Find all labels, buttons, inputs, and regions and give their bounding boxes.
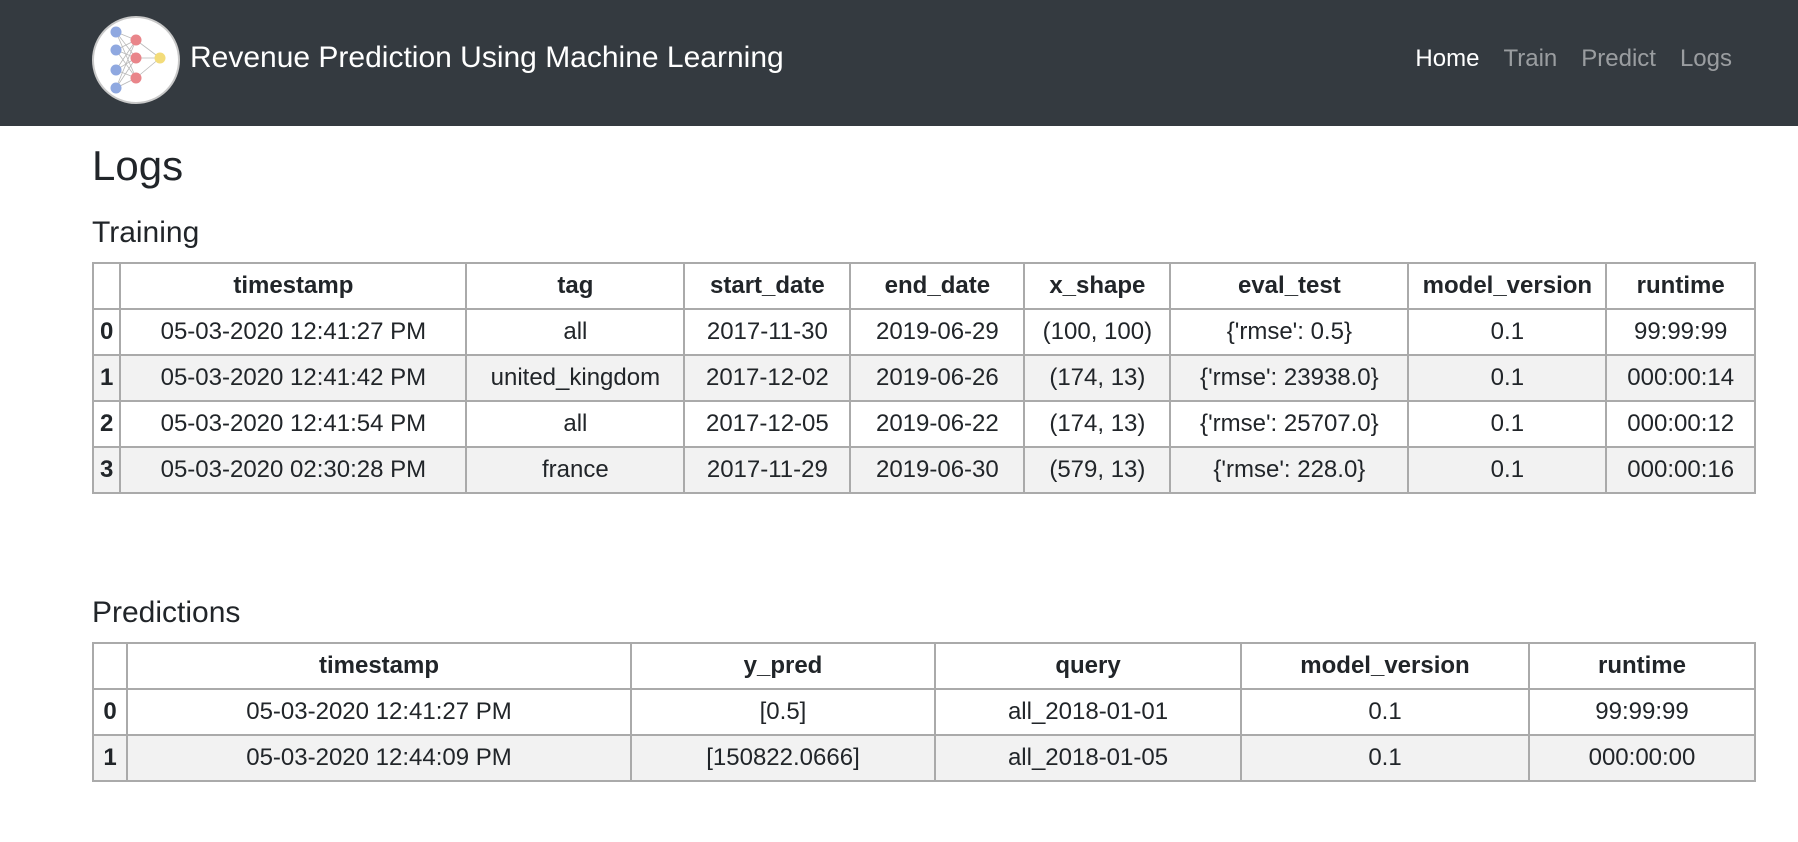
- table-cell: [0.5]: [630, 688, 936, 736]
- table-cell: 2017-11-30: [683, 308, 852, 356]
- row-index: 0: [91, 308, 122, 356]
- navbar: Revenue Prediction Using Machine Learnin…: [0, 0, 1798, 126]
- column-header: model_version: [1240, 642, 1530, 690]
- nav-train-link[interactable]: Train: [1491, 40, 1569, 78]
- column-header: x_shape: [1023, 262, 1172, 310]
- row-index: 2: [91, 400, 122, 448]
- table-cell: (174, 13): [1023, 400, 1172, 448]
- nav-home-link[interactable]: Home: [1403, 40, 1491, 78]
- table-cell: 05-03-2020 12:41:42 PM: [119, 354, 468, 402]
- table-cell: 0.1: [1240, 734, 1530, 782]
- table-cell: [150822.0666]: [630, 734, 936, 782]
- table-cell: united_kingdom: [465, 354, 686, 402]
- table-cell: 99:99:99: [1528, 688, 1756, 736]
- table-cell: 99:99:99: [1605, 308, 1756, 356]
- row-index: 1: [91, 354, 122, 402]
- table-cell: 05-03-2020 12:41:54 PM: [119, 400, 468, 448]
- column-header: start_date: [683, 262, 852, 310]
- table-cell: 2019-06-22: [849, 400, 1026, 448]
- table-cell: all_2018-01-01: [934, 688, 1242, 736]
- table-cell: {'rmse': 23938.0}: [1169, 354, 1410, 402]
- column-header: timestamp: [119, 262, 468, 310]
- table-cell: (579, 13): [1023, 446, 1172, 494]
- neural-network-icon[interactable]: [92, 16, 180, 104]
- column-header: [91, 262, 122, 310]
- table-cell: (100, 100): [1023, 308, 1172, 356]
- table-cell: 05-03-2020 02:30:28 PM: [119, 446, 468, 494]
- table-row: 1 05-03-2020 12:41:42 PM united_kingdom …: [91, 354, 1756, 402]
- table-cell: 0.1: [1407, 354, 1608, 402]
- table-cell: 000:00:16: [1605, 446, 1756, 494]
- predictions-heading: Predictions: [92, 596, 241, 629]
- table-cell: 2019-06-26: [849, 354, 1026, 402]
- page-title: Logs: [92, 142, 184, 189]
- table-header-row: timestamp y_pred query model_version run…: [92, 642, 1756, 690]
- table-cell: {'rmse': 25707.0}: [1169, 400, 1410, 448]
- column-header: [92, 642, 128, 690]
- row-index: 0: [92, 688, 128, 736]
- table-cell: 2017-12-02: [683, 354, 852, 402]
- table-cell: 2019-06-30: [849, 446, 1026, 494]
- column-header: query: [934, 642, 1242, 690]
- table-cell: all: [465, 400, 686, 448]
- column-header: y_pred: [630, 642, 936, 690]
- table-cell: 2019-06-29: [849, 308, 1026, 356]
- table-cell: 000:00:00: [1528, 734, 1756, 782]
- table-cell: 05-03-2020 12:41:27 PM: [119, 308, 468, 356]
- table-cell: 0.1: [1407, 308, 1608, 356]
- table-cell: 2017-12-05: [683, 400, 852, 448]
- row-index: 1: [92, 734, 128, 782]
- table-row: 0 05-03-2020 12:41:27 PM [0.5] all_2018-…: [92, 688, 1756, 736]
- column-header: end_date: [849, 262, 1026, 310]
- column-header: runtime: [1528, 642, 1756, 690]
- brand-title[interactable]: Revenue Prediction Using Machine Learnin…: [190, 38, 784, 78]
- table-cell: 0.1: [1407, 446, 1608, 494]
- table-cell: 05-03-2020 12:44:09 PM: [126, 734, 632, 782]
- table-cell: {'rmse': 228.0}: [1169, 446, 1410, 494]
- table-cell: all_2018-01-05: [934, 734, 1242, 782]
- table-cell: 05-03-2020 12:41:27 PM: [126, 688, 632, 736]
- table-cell: france: [465, 446, 686, 494]
- nav-logs-link[interactable]: Logs: [1668, 40, 1744, 78]
- column-header: runtime: [1605, 262, 1756, 310]
- table-row: 3 05-03-2020 02:30:28 PM france 2017-11-…: [91, 446, 1756, 494]
- table-row: 2 05-03-2020 12:41:54 PM all 2017-12-05 …: [91, 400, 1756, 448]
- table-cell: 0.1: [1407, 400, 1608, 448]
- column-header: timestamp: [126, 642, 632, 690]
- training-table: timestamp tag start_date end_date x_shap…: [91, 262, 1756, 494]
- table-cell: (174, 13): [1023, 354, 1172, 402]
- table-row: 1 05-03-2020 12:44:09 PM [150822.0666] a…: [92, 734, 1756, 782]
- column-header: model_version: [1407, 262, 1608, 310]
- table-header-row: timestamp tag start_date end_date x_shap…: [91, 262, 1756, 310]
- column-header: eval_test: [1169, 262, 1410, 310]
- column-header: tag: [465, 262, 686, 310]
- table-cell: {'rmse': 0.5}: [1169, 308, 1410, 356]
- table-cell: 000:00:12: [1605, 400, 1756, 448]
- nav-links: Home Train Predict Logs: [1403, 40, 1744, 78]
- table-row: 0 05-03-2020 12:41:27 PM all 2017-11-30 …: [91, 308, 1756, 356]
- table-cell: 000:00:14: [1605, 354, 1756, 402]
- training-heading: Training: [92, 216, 200, 249]
- table-cell: all: [465, 308, 686, 356]
- row-index: 3: [91, 446, 122, 494]
- nav-predict-link[interactable]: Predict: [1569, 40, 1668, 78]
- table-cell: 0.1: [1240, 688, 1530, 736]
- table-cell: 2017-11-29: [683, 446, 852, 494]
- predictions-table: timestamp y_pred query model_version run…: [92, 642, 1756, 782]
